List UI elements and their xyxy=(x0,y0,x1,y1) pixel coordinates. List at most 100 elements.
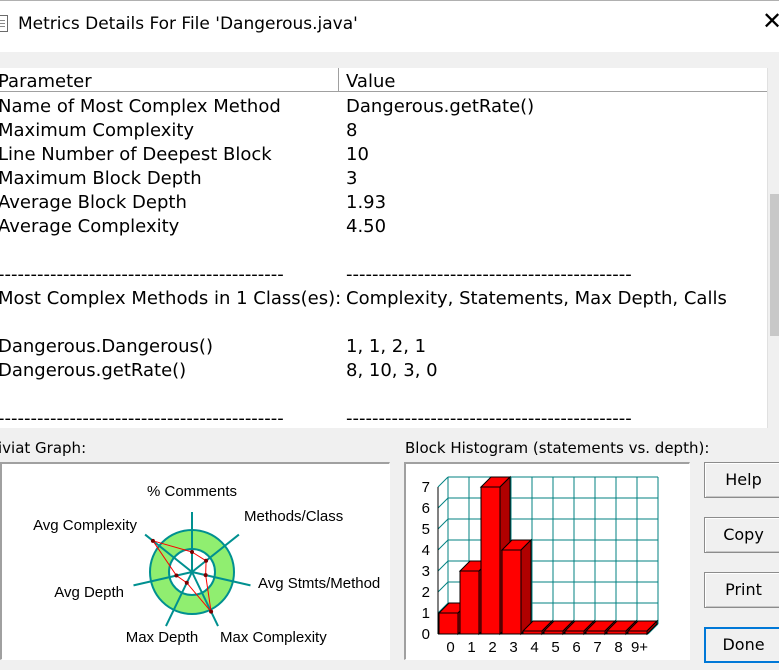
kiviat-axis-label: Avg Stmts/Method xyxy=(258,575,380,592)
histogram-x-tick-label: 1 xyxy=(467,639,475,656)
kiviat-point xyxy=(150,538,155,543)
metrics-row[interactable] xyxy=(0,240,767,264)
metric-parameter: Most Complex Methods in 1 Class(es): xyxy=(0,288,342,309)
metric-parameter: Average Complexity xyxy=(0,216,180,237)
histogram-bar-front xyxy=(438,612,459,635)
histogram-y-tick-label: 4 xyxy=(422,542,430,559)
histogram-gridline xyxy=(437,560,449,572)
metrics-row[interactable]: ----------------------------------------… xyxy=(0,264,767,288)
histogram-gridline xyxy=(437,518,449,530)
histogram-label: Block Histogram (statements vs. depth): xyxy=(405,439,710,457)
metrics-row[interactable]: Line Number of Deepest Block 10 xyxy=(0,144,767,168)
title-bar: Metrics Details For File 'Dangerous.java… xyxy=(0,0,779,52)
metric-parameter: Line Number of Deepest Block xyxy=(0,144,272,165)
metric-value: 10 xyxy=(346,144,369,165)
histogram-y-tick-label: 5 xyxy=(422,521,430,538)
metrics-row[interactable]: Name of Most Complex Method Dangerous.get… xyxy=(0,96,767,120)
kiviat-axis-label: Methods/Class xyxy=(244,508,343,525)
kiviat-axis-label: Avg Complexity xyxy=(33,517,137,534)
kiviat-graph-label: iviat Graph: xyxy=(0,439,87,457)
close-icon[interactable]: ✕ xyxy=(762,7,779,35)
print-button[interactable]: Print xyxy=(704,572,779,608)
kiviat-axis-label: Max Complexity xyxy=(220,629,327,646)
kiviat-axis-label: % Comments xyxy=(147,483,237,500)
metric-value: 8, 10, 3, 0 xyxy=(346,360,438,381)
histogram-bar xyxy=(500,538,533,636)
metrics-row[interactable]: Dangerous.getRate() 8, 10, 3, 0 xyxy=(0,360,767,384)
histogram-x-tick-label: 3 xyxy=(509,639,517,656)
window-title: Metrics Details For File 'Dangerous.java… xyxy=(18,14,358,34)
metric-value: 1, 1, 2, 1 xyxy=(346,336,427,357)
histogram-gridline xyxy=(437,476,449,488)
help-button[interactable]: Help xyxy=(704,462,779,498)
histogram-y-tick-label: 1 xyxy=(422,605,430,622)
histogram-x-tick-label: 2 xyxy=(488,639,496,656)
kiviat-graph: % Comments Methods/Class Avg Stmts/Method M… xyxy=(33,483,380,646)
histogram-x-tick-label: 4 xyxy=(530,639,538,656)
histogram-y-tick-label: 7 xyxy=(422,479,430,496)
metric-value: 8 xyxy=(346,120,358,141)
metric-value: Dangerous.getRate() xyxy=(346,96,535,117)
metrics-row[interactable]: Average Complexity 4.50 xyxy=(0,216,767,240)
metric-parameter: Maximum Block Depth xyxy=(0,168,202,189)
histogram-y-tick-label: 0 xyxy=(422,626,430,643)
histogram-x-tick-label: 5 xyxy=(551,639,559,656)
histogram-y-tick-label: 2 xyxy=(422,584,430,601)
metrics-row[interactable] xyxy=(0,384,767,408)
metrics-row[interactable]: Dangerous.Dangerous() 1, 1, 2, 1 xyxy=(0,336,767,360)
histogram-x-tick-label: 6 xyxy=(572,639,580,656)
kiviat-point xyxy=(204,558,209,563)
kiviat-graph-panel: % Comments Methods/Class Avg Stmts/Method M… xyxy=(0,462,390,660)
metrics-row[interactable]: ----------------------------------------… xyxy=(0,408,767,428)
histogram-y-tick-label: 3 xyxy=(422,563,430,580)
kiviat-point xyxy=(209,609,214,614)
kiviat-point xyxy=(203,573,208,578)
kiviat-point xyxy=(174,573,179,578)
metric-value: Complexity, Statements, Max Depth, Calls xyxy=(346,288,727,309)
metrics-row[interactable] xyxy=(0,312,767,336)
metric-value: 3 xyxy=(346,168,358,189)
metric-value: 1.93 xyxy=(346,192,387,213)
histogram-gridline xyxy=(437,581,449,593)
metric-parameter: Average Block Depth xyxy=(0,192,187,213)
document-icon xyxy=(0,15,8,32)
histogram-y-tick-label: 6 xyxy=(422,500,430,517)
histogram-x-tick-label: 9+ xyxy=(631,639,648,656)
column-header-parameter[interactable]: Parameter xyxy=(0,71,92,92)
histogram-bar-front xyxy=(459,570,480,635)
column-header-value[interactable]: Value xyxy=(346,71,395,92)
done-button[interactable]: Done xyxy=(704,627,779,663)
histogram-x-tick-label: 0 xyxy=(446,639,454,656)
metrics-header: Parameter Value xyxy=(0,68,767,92)
copy-button[interactable]: Copy xyxy=(704,517,779,553)
metric-parameter: Name of Most Complex Method xyxy=(0,96,281,117)
metric-parameter: Dangerous.getRate() xyxy=(0,360,187,381)
metrics-scrollbar[interactable] xyxy=(767,68,779,428)
column-divider[interactable] xyxy=(338,68,339,92)
histogram-bar-front xyxy=(480,486,501,635)
histogram-x-tick-label: 8 xyxy=(614,639,622,656)
metrics-row[interactable]: Most Complex Methods in 1 Class(es): Comp… xyxy=(0,288,767,312)
metrics-row[interactable]: Maximum Complexity 8 xyxy=(0,120,767,144)
metric-parameter: ----------------------------------------… xyxy=(0,264,284,285)
metrics-row[interactable]: Average Block Depth 1.93 xyxy=(0,192,767,216)
metrics-row[interactable]: Maximum Block Depth 3 xyxy=(0,168,767,192)
metric-value: 4.50 xyxy=(346,216,387,237)
metric-value: ----------------------------------------… xyxy=(346,264,632,285)
histogram-bar-front xyxy=(501,549,522,635)
metric-parameter: Maximum Complexity xyxy=(0,120,195,141)
histogram-x-tick-label: 7 xyxy=(593,639,601,656)
kiviat-axis-label: Max Depth xyxy=(126,629,199,646)
kiviat-point xyxy=(184,580,189,585)
histogram-gridline xyxy=(437,539,449,551)
kiviat-point xyxy=(190,550,194,554)
kiviat-axis-label: Avg Depth xyxy=(54,584,124,601)
histogram-gridline xyxy=(437,497,449,509)
histogram-panel: 0 1 2 3 4 5 6 7 0 1 2 3 4 5 6 7 8 9+ xyxy=(404,462,690,660)
metrics-list[interactable]: Parameter Value Name of Most Complex Met… xyxy=(0,68,767,428)
metric-value: ----------------------------------------… xyxy=(346,408,632,428)
block-histogram: 012345670 1 2 3 4 5 6 7 8 9+ xyxy=(422,475,659,656)
metric-parameter: Dangerous.Dangerous() xyxy=(0,336,213,357)
histogram-bar-side xyxy=(520,538,532,636)
scrollbar-thumb[interactable] xyxy=(770,194,779,336)
